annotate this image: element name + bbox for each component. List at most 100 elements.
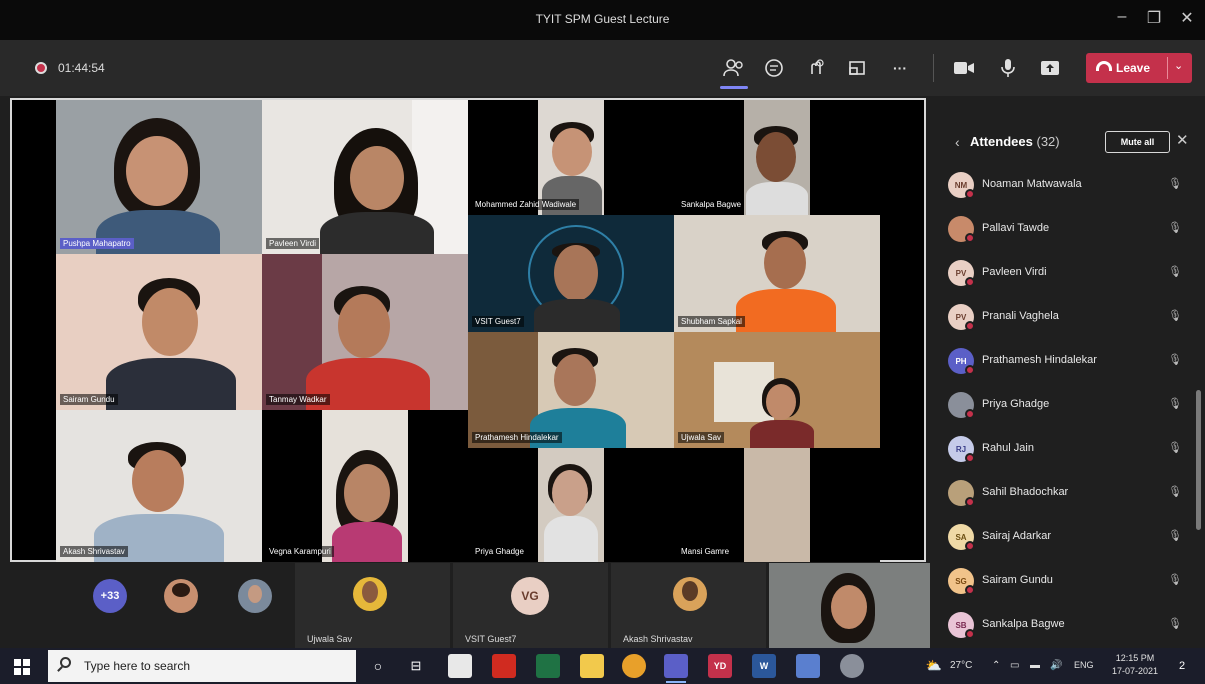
- excel-icon[interactable]: [536, 654, 560, 678]
- video-tile[interactable]: Sankalpa Bagwe: [674, 100, 880, 215]
- attendee-row[interactable]: SA Sairaj Adarkar 🎙: [948, 516, 1188, 560]
- attendee-row[interactable]: RJ Rahul Jain 🎙: [948, 428, 1188, 472]
- teams-icon[interactable]: [664, 654, 688, 678]
- rooms-icon[interactable]: [845, 56, 869, 80]
- avatar: [673, 577, 707, 611]
- more-participants-badge[interactable]: +33: [93, 579, 127, 613]
- file-explorer-icon[interactable]: [580, 654, 604, 678]
- notification-icon[interactable]: 2: [1170, 654, 1194, 678]
- maximize-button[interactable]: ❐: [1142, 8, 1166, 28]
- attendee-row[interactable]: NM Noaman Matwawala 🎙: [948, 164, 1188, 208]
- more-icon[interactable]: ···: [888, 56, 912, 80]
- battery-icon[interactable]: ▬: [1030, 660, 1040, 671]
- avatar[interactable]: [238, 579, 272, 613]
- leave-label: Leave: [1116, 61, 1151, 75]
- search-placeholder: Type here to search: [84, 659, 191, 673]
- taskbar-clock[interactable]: 12:15 PM 17-07-2021: [1110, 652, 1160, 678]
- people-icon[interactable]: [722, 56, 746, 80]
- attendee-row[interactable]: PV Pranali Vaghela 🎙: [948, 296, 1188, 340]
- app-icon[interactable]: [840, 654, 864, 678]
- self-video[interactable]: [769, 563, 930, 648]
- attendee-name: Prathamesh Hindalekar: [982, 354, 1097, 366]
- reactions-icon[interactable]: [804, 56, 828, 80]
- mic-icon[interactable]: [996, 56, 1020, 80]
- video-tile[interactable]: Pushpa Mahapatro: [56, 100, 262, 254]
- participant-slot[interactable]: Ujwala Sav: [295, 563, 450, 648]
- attendees-panel: ‹ Attendees (32) Mute all ✕ NM Noaman Ma…: [930, 98, 1205, 648]
- participant-name: Sairam Gundu: [60, 394, 118, 405]
- pdf-reader-icon[interactable]: [492, 654, 516, 678]
- panel-title: Attendees (32): [970, 134, 1060, 149]
- attendee-row[interactable]: PH Prathamesh Hindalekar 🎙: [948, 340, 1188, 384]
- participant-name: Akash Shrivastav: [60, 546, 128, 557]
- video-tile[interactable]: Mohammed Zahid Wadiwale: [468, 100, 674, 215]
- status-dot: [965, 321, 975, 331]
- title-bar: TYIT SPM Guest Lecture – ❐ ✕: [0, 0, 1205, 40]
- chevron-down-icon[interactable]: ⌄: [1174, 59, 1183, 72]
- video-tile[interactable]: Mansi Gamre: [674, 448, 880, 562]
- participant-name: Pushpa Mahapatro: [60, 238, 134, 249]
- participant-slot[interactable]: Akash Shrivastav: [611, 563, 766, 648]
- minimize-button[interactable]: –: [1110, 8, 1134, 26]
- participant-slot-label: Ujwala Sav: [307, 634, 353, 644]
- close-window-button[interactable]: ✕: [1175, 8, 1199, 28]
- video-tile[interactable]: Shubham Sapkal: [674, 215, 880, 332]
- mic-muted-icon: 🎙: [1168, 354, 1182, 366]
- status-dot: [965, 541, 975, 551]
- word-icon[interactable]: W: [752, 654, 776, 678]
- avatar[interactable]: [164, 579, 198, 613]
- mute-all-button[interactable]: Mute all: [1105, 131, 1170, 153]
- attendee-name: Rahul Jain: [982, 442, 1034, 454]
- app-yd-icon[interactable]: YD: [708, 654, 732, 678]
- leave-button[interactable]: Leave ⌄: [1086, 53, 1192, 83]
- participant-name: VSIT Guest7: [472, 316, 524, 327]
- windows-start-icon[interactable]: [14, 659, 30, 675]
- attendee-name: Sankalpa Bagwe: [982, 618, 1065, 630]
- video-tile[interactable]: Prathamesh Hindalekar: [468, 332, 674, 448]
- attendee-name: Sairaj Adarkar: [982, 530, 1052, 542]
- attendee-row[interactable]: Priya Ghadge 🎙: [948, 384, 1188, 428]
- panel-scrollbar[interactable]: [1196, 390, 1201, 530]
- word-alt-icon[interactable]: [796, 654, 820, 678]
- volume-icon[interactable]: 🔊: [1050, 660, 1062, 671]
- attendee-row[interactable]: Pallavi Tawde 🎙: [948, 208, 1188, 252]
- attendee-row[interactable]: Sahil Bhadochkar 🎙: [948, 472, 1188, 516]
- tray-chevron-icon[interactable]: ⌃: [992, 660, 1000, 671]
- video-tile[interactable]: Tanmay Wadkar: [262, 254, 468, 410]
- weather-icon[interactable]: ⛅: [922, 654, 946, 678]
- attendee-row[interactable]: SG Sairam Gundu 🎙: [948, 560, 1188, 604]
- video-tile[interactable]: Vegna Karampuri: [262, 410, 468, 562]
- clock-time: 12:15 PM: [1115, 653, 1155, 663]
- video-tile[interactable]: Ujwala Sav: [674, 332, 880, 448]
- taskbar-search-box[interactable]: Type here to search: [48, 650, 356, 682]
- weather-temp[interactable]: 27°C: [950, 660, 972, 671]
- close-panel-icon[interactable]: ✕: [1176, 131, 1189, 149]
- cortana-icon[interactable]: ○: [366, 654, 390, 678]
- camera-icon[interactable]: [952, 56, 976, 80]
- participant-slot[interactable]: VG VSIT Guest7: [453, 563, 608, 648]
- video-tile[interactable]: Akash Shrivastav: [56, 410, 262, 562]
- mic-muted-icon: 🎙: [1168, 442, 1182, 454]
- chrome-icon[interactable]: [622, 654, 646, 678]
- attendee-name: Priya Ghadge: [982, 398, 1050, 410]
- network-icon[interactable]: ▭: [1010, 660, 1019, 671]
- language-indicator[interactable]: ENG: [1074, 660, 1094, 670]
- chat-icon[interactable]: [762, 56, 786, 80]
- participant-name: Pavleen Virdi: [266, 238, 319, 249]
- video-tile[interactable]: Priya Ghadge: [468, 448, 674, 562]
- attendee-row[interactable]: PV Pavleen Virdi 🎙: [948, 252, 1188, 296]
- attendee-name: Noaman Matwawala: [982, 178, 1082, 190]
- participant-slot-label: Akash Shrivastav: [623, 634, 693, 644]
- video-tile[interactable]: VSIT Guest7: [468, 215, 674, 332]
- video-tile[interactable]: Pavleen Virdi: [262, 100, 468, 254]
- people-active-indicator: [720, 86, 748, 89]
- attendee-row[interactable]: SB Sankalpa Bagwe 🎙: [948, 604, 1188, 648]
- task-view-icon[interactable]: ⊟: [404, 654, 428, 678]
- status-dot: [965, 497, 975, 507]
- video-tile[interactable]: Sairam Gundu: [56, 254, 262, 410]
- store-icon[interactable]: [448, 654, 472, 678]
- share-icon[interactable]: [1038, 56, 1062, 80]
- participant-name: Vegna Karampuri: [266, 546, 334, 557]
- mic-muted-icon: 🎙: [1168, 310, 1182, 322]
- back-icon[interactable]: ‹: [955, 134, 960, 150]
